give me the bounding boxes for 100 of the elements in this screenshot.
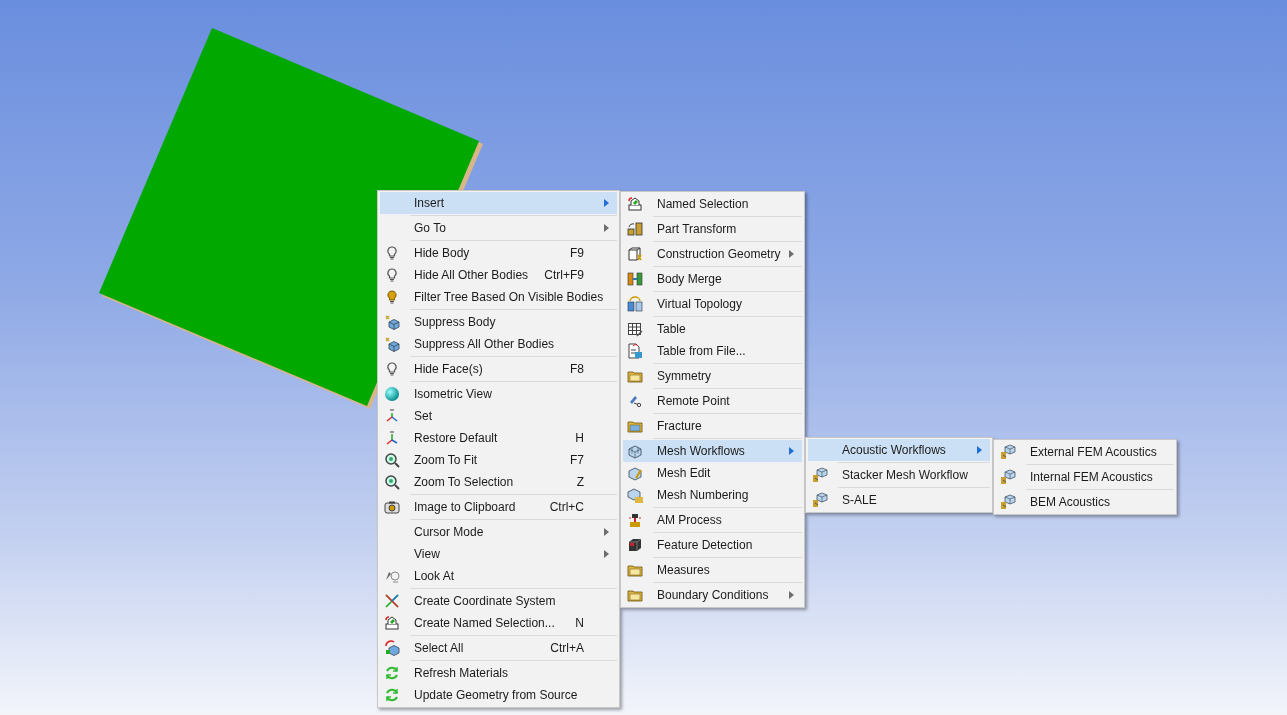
mesh-icon xyxy=(812,467,828,483)
menu-item[interactable]: Image to Clipboard Ctrl+C xyxy=(380,496,617,518)
menu-item-label: Feature Detection xyxy=(657,538,754,552)
menu-item[interactable]: Table from File... xyxy=(623,340,802,362)
menu-item[interactable]: Update Geometry from Source xyxy=(380,684,617,706)
menu-item[interactable]: Stacker Mesh Workflow xyxy=(808,464,990,486)
menu-item-label: Zoom To Selection xyxy=(414,475,515,489)
menu-item[interactable]: Suppress Body xyxy=(380,311,617,333)
menu-item-label: Cursor Mode xyxy=(414,525,485,539)
menu-item[interactable]: Hide All Other Bodies Ctrl+F9 xyxy=(380,264,617,286)
menu-item[interactable]: External FEM Acoustics xyxy=(996,441,1174,463)
menu-item[interactable]: Look At xyxy=(380,565,617,587)
menu-item-label: Look At xyxy=(414,569,456,583)
menu-item[interactable]: Create Coordinate System xyxy=(380,590,617,612)
remote-point-icon xyxy=(627,393,643,409)
menu-item-label: Zoom To Fit xyxy=(414,453,479,467)
body-merge-icon xyxy=(627,271,643,287)
menu-item[interactable]: Create Named Selection... N xyxy=(380,612,617,634)
menu-item-label: Hide All Other Bodies xyxy=(414,268,530,282)
shortcut-label: Z xyxy=(576,475,584,489)
table-icon xyxy=(627,321,643,337)
menu-item[interactable]: View xyxy=(380,543,617,565)
bulb-icon xyxy=(384,361,400,377)
menu-item-label: View xyxy=(414,547,441,561)
menu-item[interactable]: Restore Default H xyxy=(380,427,617,449)
menu-item-label: Boundary Conditions xyxy=(657,588,770,602)
sphere-icon xyxy=(384,386,400,402)
named-selection-icon xyxy=(384,615,400,631)
menu-item[interactable]: Set xyxy=(380,405,617,427)
menu-item-label: Stacker Mesh Workflow xyxy=(842,468,969,482)
menu-item[interactable]: Hide Body F9 xyxy=(380,242,617,264)
menu-item[interactable]: Suppress All Other Bodies xyxy=(380,333,617,355)
refresh-icon xyxy=(384,665,400,681)
menu-item-label: Symmetry xyxy=(657,369,712,383)
menu-item[interactable]: Mesh Workflows xyxy=(623,440,802,462)
magnifier-icon xyxy=(384,474,400,490)
bulb-icon xyxy=(384,245,400,261)
menu-item[interactable]: S-ALE xyxy=(808,489,990,511)
menu-item[interactable]: Internal FEM Acoustics xyxy=(996,466,1174,488)
axes-icon xyxy=(384,593,400,609)
topology-icon xyxy=(627,296,643,312)
menu-item-label: Hide Face(s) xyxy=(414,362,484,376)
named-selection-icon xyxy=(627,196,643,212)
axes-icon xyxy=(384,408,400,424)
menu-item-label: Create Named Selection... xyxy=(414,616,556,630)
menu-item-label: Body Merge xyxy=(657,272,723,286)
menu-item[interactable]: Isometric View xyxy=(380,383,617,405)
menu-item[interactable]: Select All Ctrl+A xyxy=(380,637,617,659)
menu-item[interactable]: Fracture xyxy=(623,415,802,437)
menu-item-label: Virtual Topology xyxy=(657,297,743,311)
magnifier-icon xyxy=(384,452,400,468)
menu-item-label: Measures xyxy=(657,563,711,577)
menu-item[interactable]: Zoom To Selection Z xyxy=(380,471,617,493)
cube-icon xyxy=(384,336,400,352)
menu-item[interactable]: Table xyxy=(623,318,802,340)
cube-icon xyxy=(384,314,400,330)
menu-item[interactable]: Feature Detection xyxy=(623,534,802,556)
am-process-icon xyxy=(627,512,643,528)
menu-item-label: Update Geometry from Source xyxy=(414,688,579,702)
part-transform-icon xyxy=(627,221,643,237)
menu-item[interactable]: Construction Geometry xyxy=(623,243,802,265)
menu-item-label: Remote Point xyxy=(657,394,731,408)
menu-item-label: Fracture xyxy=(657,419,703,433)
menu-item[interactable]: Acoustic Workflows xyxy=(808,439,990,461)
shortcut-label: F7 xyxy=(570,453,584,467)
menu-item[interactable]: Remote Point xyxy=(623,390,802,412)
axes-icon xyxy=(384,430,400,446)
cube-icon xyxy=(627,537,643,553)
menu-item-label: Go To xyxy=(414,221,447,235)
menu-item-label: Set xyxy=(414,409,433,423)
menu-item-label: External FEM Acoustics xyxy=(1030,445,1158,459)
menu-item[interactable]: Body Merge xyxy=(623,268,802,290)
shortcut-label: N xyxy=(575,616,584,630)
menu-item[interactable]: Virtual Topology xyxy=(623,293,802,315)
menu-item[interactable]: Insert xyxy=(380,192,617,214)
menu-item[interactable]: Part Transform xyxy=(623,218,802,240)
menu-item[interactable]: AM Process xyxy=(623,509,802,531)
menu-item[interactable]: Filter Tree Based On Visible Bodies xyxy=(380,286,617,308)
file-icon xyxy=(627,343,643,359)
menu-item[interactable]: Named Selection xyxy=(623,193,802,215)
menu-item[interactable]: Zoom To Fit F7 xyxy=(380,449,617,471)
menu-item-label: Construction Geometry xyxy=(657,247,782,261)
menu-item-label: Refresh Materials xyxy=(414,666,510,680)
menu-item-label: Table from File... xyxy=(657,344,747,358)
shortcut-label: Ctrl+C xyxy=(549,500,584,514)
bulb-icon xyxy=(384,289,400,305)
menu-item[interactable]: Symmetry xyxy=(623,365,802,387)
menu-item[interactable]: Boundary Conditions xyxy=(623,584,802,606)
menu-item[interactable]: Measures xyxy=(623,559,802,581)
look-at-icon xyxy=(384,568,400,584)
menu-item-label: Insert xyxy=(414,196,445,210)
menu-item[interactable]: Cursor Mode xyxy=(380,521,617,543)
menu-item[interactable]: Mesh Edit xyxy=(623,462,802,484)
menu-item[interactable]: BEM Acoustics xyxy=(996,491,1174,513)
mesh-icon xyxy=(1000,494,1016,510)
menu-item[interactable]: Mesh Numbering xyxy=(623,484,802,506)
menu-item[interactable]: Refresh Materials xyxy=(380,662,617,684)
menu-item[interactable]: Hide Face(s) F8 xyxy=(380,358,617,380)
menu-item[interactable]: Go To xyxy=(380,217,617,239)
shortcut-label: H xyxy=(575,431,584,445)
